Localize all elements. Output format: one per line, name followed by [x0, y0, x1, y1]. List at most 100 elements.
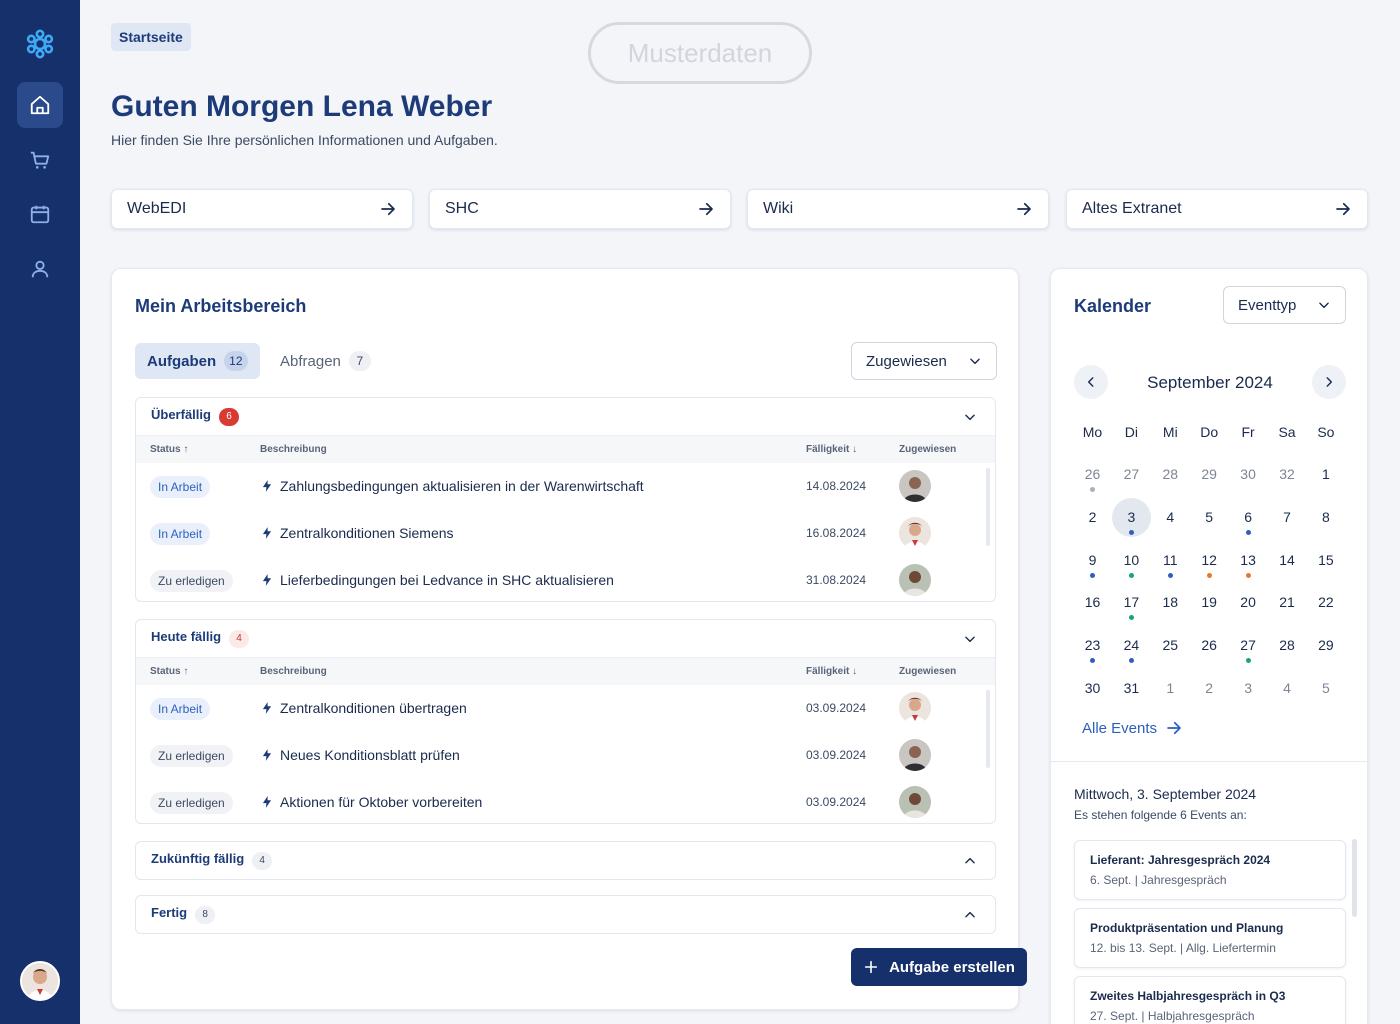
calendar-day[interactable]: 3	[1111, 497, 1151, 537]
chevron-down-icon[interactable]	[963, 410, 977, 424]
table-row[interactable]: In Arbeit Zentralkonditionen übertragen …	[136, 685, 995, 732]
calendar-day[interactable]: 22	[1306, 583, 1345, 622]
calendar-day[interactable]: 20	[1229, 583, 1268, 622]
sidebar	[0, 0, 80, 1024]
next-month-button[interactable]	[1312, 365, 1346, 399]
calendar-day[interactable]: 23	[1073, 626, 1112, 665]
assignee-avatar[interactable]	[899, 564, 931, 596]
calendar-day[interactable]: 1	[1306, 455, 1345, 494]
col-status[interactable]: Status ↑	[150, 666, 188, 677]
logo-icon[interactable]	[24, 28, 56, 60]
quicklink-shc[interactable]: SHC	[429, 189, 731, 229]
assignee-avatar[interactable]	[899, 517, 931, 549]
scrollbar[interactable]	[1352, 839, 1357, 917]
calendar-day[interactable]: 6	[1229, 498, 1268, 537]
day-number: 26	[1084, 466, 1101, 482]
calendar-day[interactable]: 32	[1268, 455, 1307, 494]
quicklink-altes-extranet[interactable]: Altes Extranet	[1066, 189, 1368, 229]
nav-profile[interactable]	[17, 246, 63, 292]
calendar-day[interactable]: 11	[1151, 541, 1190, 580]
calendar-day[interactable]: 29	[1306, 626, 1345, 665]
calendar-day[interactable]: 9	[1073, 541, 1112, 580]
calendar-day[interactable]: 14	[1268, 541, 1307, 580]
calendar-day[interactable]: 2	[1190, 669, 1229, 708]
section-header[interactable]: Heute fällig 4	[136, 620, 995, 657]
calendar-day[interactable]: 30	[1229, 455, 1268, 494]
section-header[interactable]: Überfällig 6	[136, 398, 995, 435]
table-row[interactable]: In Arbeit Zentralkonditionen Siemens 16.…	[136, 510, 995, 557]
quicklink-wiki[interactable]: Wiki	[747, 189, 1049, 229]
calendar-day[interactable]: 1	[1151, 669, 1190, 708]
event-card[interactable]: Produktpräsentation und Planung 12. bis …	[1074, 908, 1346, 968]
calendar-day[interactable]: 18	[1151, 583, 1190, 622]
calendar-day[interactable]: 27	[1229, 626, 1268, 665]
calendar-day[interactable]: 4	[1151, 498, 1190, 537]
section-header[interactable]: Fertig 8	[136, 896, 995, 933]
calendar-day[interactable]: 26	[1190, 626, 1229, 665]
calendar-day[interactable]: 29	[1190, 455, 1229, 494]
col-status[interactable]: Status ↑	[150, 444, 188, 455]
scrollbar[interactable]	[986, 468, 990, 546]
calendar-day[interactable]: 24	[1112, 626, 1151, 665]
calendar-day[interactable]: 13	[1229, 541, 1268, 580]
assignee-avatar[interactable]	[899, 739, 931, 771]
calendar-day[interactable]: 21	[1268, 583, 1307, 622]
event-type-dropdown[interactable]: Eventtyp	[1223, 286, 1346, 324]
calendar-day[interactable]: 5	[1190, 498, 1229, 537]
section-header[interactable]: Zukünftig fällig 4	[136, 842, 995, 879]
day-number: 1	[1321, 466, 1330, 482]
calendar-day[interactable]: 28	[1268, 626, 1307, 665]
calendar-day[interactable]: 8	[1306, 498, 1345, 537]
event-card[interactable]: Zweites Halbjahresgespräch in Q3 27. Sep…	[1074, 976, 1346, 1024]
calendar-day[interactable]: 31	[1112, 669, 1151, 708]
main-content: Startseite Musterdaten Guten Morgen Lena…	[80, 0, 1400, 1024]
event-dot	[1167, 572, 1173, 578]
quicklink-label: Wiki	[763, 200, 794, 217]
create-task-button[interactable]: Aufgabe erstellen	[851, 948, 1027, 986]
quicklink-webedi[interactable]: WebEDI	[111, 189, 413, 229]
col-due[interactable]: Fälligkeit ↓	[806, 666, 857, 677]
calendar-day[interactable]: 2	[1073, 498, 1112, 537]
avatar[interactable]	[20, 961, 60, 1001]
table-row[interactable]: Zu erledigen Neues Konditionsblatt prüfe…	[136, 732, 995, 779]
calendar-day[interactable]: 4	[1268, 669, 1307, 708]
calendar-day[interactable]: 19	[1190, 583, 1229, 622]
calendar-day[interactable]: 15	[1306, 541, 1345, 580]
tab-aufgaben[interactable]: Aufgaben 12	[135, 343, 260, 379]
table-row[interactable]: Zu erledigen Aktionen für Oktober vorber…	[136, 779, 995, 823]
nav-home[interactable]	[17, 82, 63, 128]
page-subtitle: Hier finden Sie Ihre persönlichen Inform…	[111, 132, 498, 148]
all-events-link[interactable]: Alle Events	[1082, 719, 1183, 737]
assigned-filter-dropdown[interactable]: Zugewiesen	[851, 342, 997, 380]
calendar-day[interactable]: 17	[1112, 583, 1151, 622]
table-row[interactable]: In Arbeit Zahlungsbedingungen aktualisie…	[136, 463, 995, 510]
day-number: 5	[1321, 680, 1330, 696]
nav-calendar[interactable]	[17, 191, 63, 237]
calendar-day[interactable]: 12	[1190, 541, 1229, 580]
calendar-day[interactable]: 3	[1229, 669, 1268, 708]
event-card[interactable]: Lieferant: Jahresgespräch 2024 6. Sept. …	[1074, 840, 1346, 900]
calendar-day[interactable]: 5	[1306, 669, 1345, 708]
scrollbar[interactable]	[986, 690, 990, 768]
nav-cart[interactable]	[17, 137, 63, 183]
day-number: 26	[1201, 637, 1217, 654]
chevron-up-icon[interactable]	[963, 854, 977, 868]
calendar-day[interactable]: 28	[1151, 455, 1190, 494]
chevron-down-icon[interactable]	[963, 632, 977, 646]
col-due[interactable]: Fälligkeit ↓	[806, 444, 857, 455]
calendar-day[interactable]: 26	[1073, 455, 1112, 494]
calendar-day[interactable]: 16	[1073, 583, 1112, 622]
table-row[interactable]: Zu erledigen Lieferbedingungen bei Ledva…	[136, 557, 995, 601]
calendar-day[interactable]: 10	[1112, 541, 1151, 580]
calendar-day[interactable]: 30	[1073, 669, 1112, 708]
assignee-avatar[interactable]	[899, 470, 931, 502]
chevron-up-icon[interactable]	[963, 908, 977, 922]
assignee-avatar[interactable]	[899, 692, 931, 724]
col-description: Beschreibung	[260, 666, 327, 677]
breadcrumb[interactable]: Startseite	[111, 23, 191, 51]
tab-abfragen[interactable]: Abfragen 7	[268, 343, 383, 379]
calendar-day[interactable]: 27	[1112, 455, 1151, 494]
calendar-day[interactable]: 25	[1151, 626, 1190, 665]
calendar-day[interactable]: 7	[1268, 498, 1307, 537]
assignee-avatar[interactable]	[899, 786, 931, 818]
